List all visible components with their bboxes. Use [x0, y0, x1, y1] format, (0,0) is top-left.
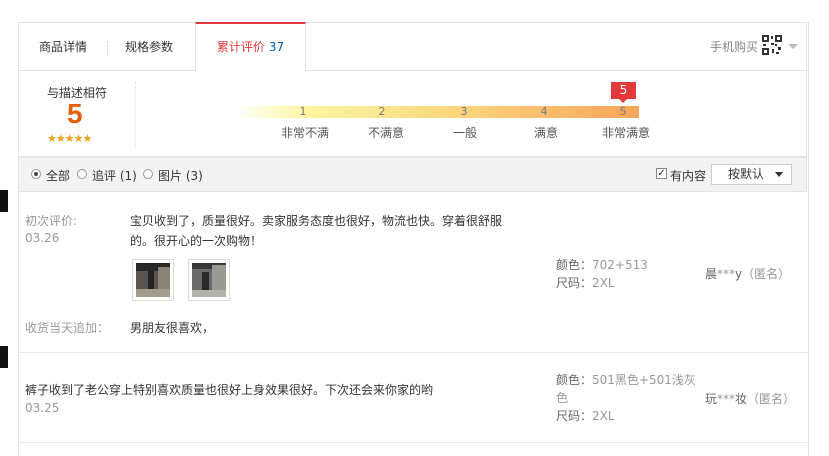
anonymous-tag: （匿名） [747, 392, 796, 406]
sku-size: 尺码：2XL [556, 274, 615, 291]
rating-summary: 与描述相符 5 ★★★★★ 1 2 3 4 5 非常不满 不满意 一般 满意 非… [18, 72, 807, 157]
rating-score: 5 [67, 98, 83, 129]
tab-reviews-count: 37 [268, 40, 285, 54]
reviewer-name-first: 玩 [705, 392, 718, 406]
sku-size-value: 2XL [592, 409, 615, 423]
scale-label: 非常满意 [601, 126, 650, 140]
photo-image [192, 263, 226, 297]
scale-label: 一般 [452, 126, 477, 140]
photo-image [136, 263, 170, 297]
chevron-down-icon[interactable] [788, 44, 798, 49]
score-marker-pointer [619, 99, 627, 103]
followup-review-label: 收货当天追加： [25, 321, 110, 335]
tab-divider [107, 41, 108, 55]
scale-label: 非常不满 [280, 126, 329, 140]
review-separator [18, 352, 807, 353]
sku-size-value: 2XL [592, 276, 615, 290]
sku-size-label: 尺码： [556, 409, 593, 423]
tab-spec-params[interactable]: 规格参数 [125, 23, 173, 72]
reviewer-name: 玩***妆（匿名） [705, 390, 795, 407]
review-photo-thumbnail[interactable] [132, 259, 174, 301]
review-filter-bar: 全部 追评 (1) 图片 (3) ✓ 有内容 按默认 [18, 157, 807, 192]
sort-select[interactable]: 按默认 [711, 164, 792, 185]
radio-pictures[interactable] [143, 169, 153, 179]
sku-color: 颜色：501黑色+501浅灰 色 [556, 371, 696, 407]
left-edge-mark [0, 346, 8, 368]
sku-color-label: 颜色： [556, 373, 593, 387]
filter-followup-label[interactable]: 追评 (1) [92, 167, 137, 184]
reviewer-name: 晨***y（匿名） [705, 265, 790, 282]
scale-tick: 5 [619, 105, 627, 118]
rating-stars: ★★★★★ [47, 132, 92, 145]
filter-pictures-label[interactable]: 图片 (3) [158, 167, 203, 184]
sku-color-value: 501黑色+501浅灰 [592, 373, 696, 387]
review-text: 宝贝收到了，质量很好。卖家服务态度也很好，物流也快。穿着很舒服 的。很开心的一次… [130, 211, 502, 251]
radio-all[interactable] [31, 169, 41, 179]
tab-reviews-label: 累计评价 [216, 40, 265, 54]
sku-size: 尺码：2XL [556, 407, 615, 424]
scale-tick: 1 [299, 105, 307, 118]
qr-code-icon[interactable] [762, 35, 782, 55]
left-edge-mark [0, 190, 8, 212]
review-text-line: 宝贝收到了，质量很好。卖家服务态度也很好，物流也快。穿着很舒服 [130, 214, 503, 228]
sku-size-label: 尺码： [556, 276, 593, 290]
mobile-buy-link[interactable]: 手机购买 [710, 23, 758, 72]
scale-label: 不满意 [367, 126, 404, 140]
review-date: 03.26 [25, 231, 60, 245]
followup-review-text: 男朋友很喜欢， [130, 321, 215, 335]
tab-product-detail[interactable]: 商品详情 [39, 23, 87, 72]
sku-color-value-cont: 色 [556, 391, 569, 405]
score-marker-badge: 5 [611, 82, 636, 99]
anonymous-tag: （匿名） [742, 267, 791, 281]
review-text-line: 的。很开心的一次购物！ [130, 234, 263, 248]
sku-color: 颜色：702+513 [556, 256, 648, 273]
scale-tick: 4 [540, 105, 548, 118]
rating-divider [135, 82, 136, 148]
tab-reviews[interactable]: 累计评价 37 [195, 22, 306, 72]
scale-label: 满意 [533, 126, 558, 140]
review-date: 03.25 [25, 401, 60, 415]
review-text: 裤子收到了老公穿上特别喜欢质量也很好上身效果很好。下次还会来你家的哟 [25, 383, 434, 397]
reviewer-name-mask: *** [717, 392, 736, 406]
review-photo-thumbnail[interactable] [188, 259, 230, 301]
filter-all-label[interactable]: 全部 [46, 167, 70, 184]
sku-color-value: 702+513 [592, 258, 648, 272]
tab-bar: 商品详情 规格参数 累计评价 37 手机购买 [18, 22, 807, 72]
sku-color-label: 颜色： [556, 258, 593, 272]
radio-followup[interactable] [77, 169, 87, 179]
reviewer-name-first: 晨 [705, 267, 718, 281]
scale-tick: 2 [378, 105, 386, 118]
sort-select-value: 按默认 [728, 167, 765, 181]
has-content-checkbox[interactable]: ✓ [656, 168, 667, 179]
chevron-down-icon [775, 172, 783, 177]
reviewer-name-mask: *** [717, 267, 736, 281]
has-content-label[interactable]: 有内容 [670, 167, 706, 184]
scale-tick: 3 [460, 105, 468, 118]
reviewer-name-last: 妆 [735, 392, 748, 406]
review-separator [18, 442, 807, 443]
initial-review-label: 初次评价: [25, 214, 78, 228]
